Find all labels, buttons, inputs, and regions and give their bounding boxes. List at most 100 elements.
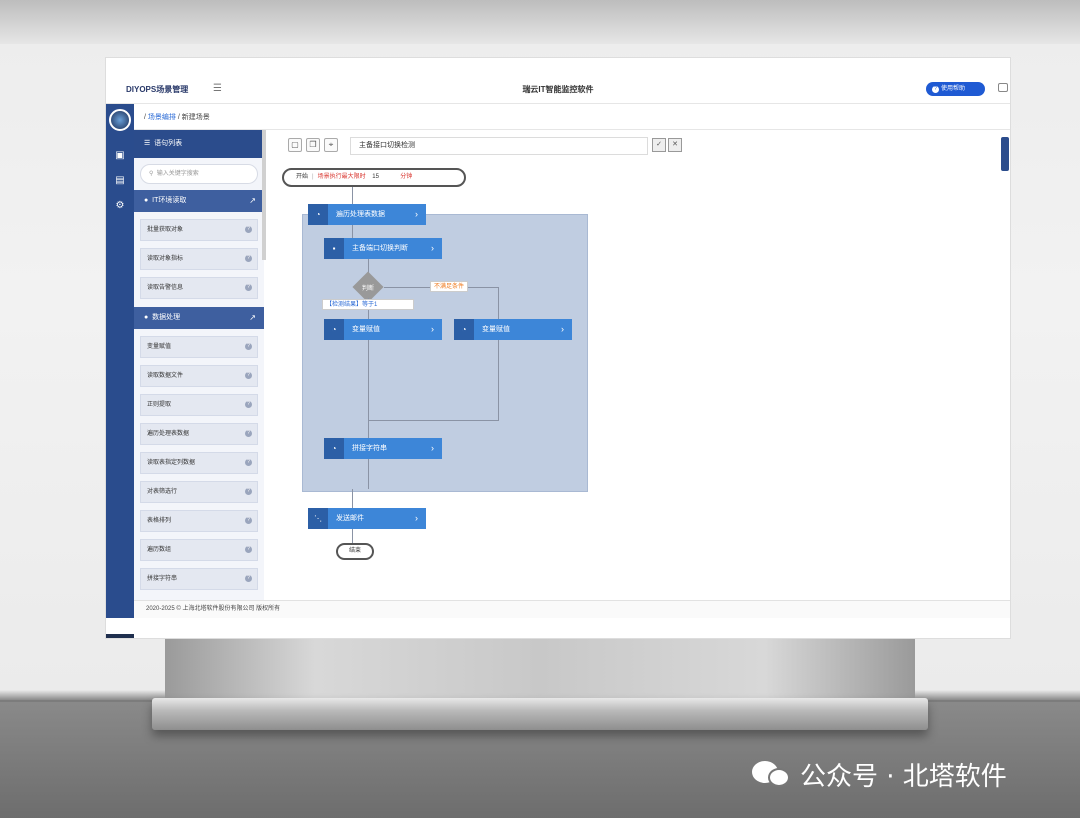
connector-line [368, 340, 369, 438]
info-icon[interactable]: ? [245, 546, 252, 553]
watermark: 公众号 · 北塔软件 [752, 756, 1007, 792]
list-item[interactable]: 读取告警信息? [140, 277, 258, 299]
assign-node-left[interactable]: ◔ 变量赋值 › [324, 319, 442, 340]
switch-check-node[interactable]: ▪ 主备端口切换判断 › [324, 238, 442, 259]
item-label: 读取对象指标 [147, 256, 184, 262]
copy-icon[interactable]: ❐ [306, 138, 320, 152]
info-icon[interactable]: ? [245, 284, 252, 291]
watermark-text: 公众号 · 北塔软件 [800, 761, 1007, 792]
list-item[interactable]: 遍历处理表数据? [140, 423, 258, 445]
end-node[interactable]: 结束 [336, 543, 374, 560]
group-label: 数据处理 [152, 314, 181, 321]
decision-label: 判断 [362, 286, 375, 292]
item-label: 表格排列 [147, 518, 172, 524]
list-item[interactable]: 对表筛选行? [140, 481, 258, 503]
connector-line [352, 187, 353, 204]
item-label: 遍历数组 [147, 547, 172, 553]
chevron-right-icon[interactable]: › [431, 319, 434, 340]
item-label: 拼接字符串 [147, 576, 178, 582]
flow-canvas: ▢ ❐ ⌖ 主备接口切换检测 ✓ ✕ 开始 | 场景执行最大限时 15 分钟 ◔ 遍历处… [266, 130, 1010, 600]
connector-line [368, 459, 369, 489]
connector-line [368, 420, 499, 421]
item-label: 读取数据文件 [147, 373, 184, 379]
list-item[interactable]: 正则提取? [140, 394, 258, 416]
info-icon[interactable]: ? [245, 430, 252, 437]
pie-icon: ◔ [324, 438, 344, 459]
scene-icon[interactable]: ▤ [114, 176, 126, 186]
help-button[interactable]: ? 使用帮助 [926, 82, 985, 96]
chevron-right-icon[interactable]: › [415, 508, 418, 529]
group-it-env[interactable]: ● IT环境读取 ↗ [134, 190, 264, 212]
top-bar: DIYOPS场景管理 ☰ 瑞云IT智能监控软件 ? 使用帮助 [106, 76, 1010, 104]
connector-line [352, 489, 353, 508]
avatar[interactable] [109, 109, 131, 131]
external-link-icon[interactable]: ↗ [249, 307, 256, 329]
monitor-stand-neck [165, 638, 915, 700]
info-icon[interactable]: ? [245, 488, 252, 495]
info-icon[interactable]: ? [245, 372, 252, 379]
left-rail: ▣ ▤ ⚙ › [106, 104, 134, 638]
app-title: 瑞云IT智能监控软件 [522, 85, 594, 94]
confirm-button[interactable]: ✓ [652, 138, 666, 152]
list-item[interactable]: 读取数据文件? [140, 365, 258, 387]
search-input[interactable]: ⚲ 输入关键字搜索 [140, 164, 258, 184]
chevron-right-icon[interactable]: › [431, 438, 434, 459]
item-label: 读取告警信息 [147, 285, 184, 291]
pie-icon: ◔ [454, 319, 474, 340]
list-item[interactable]: 拼接字符串? [140, 568, 258, 590]
list-item[interactable]: 变量赋值? [140, 336, 258, 358]
fit-icon[interactable]: ⌖ [324, 138, 338, 152]
chat-icon[interactable] [998, 83, 1008, 92]
share-icon: ⋱ [308, 508, 328, 529]
info-icon[interactable]: ? [245, 255, 252, 262]
chevron-right-icon[interactable]: › [415, 204, 418, 225]
item-label: 遍历处理表数据 [147, 431, 190, 437]
node-label: 遍历处理表数据 [336, 211, 385, 218]
info-icon[interactable]: ? [245, 226, 252, 233]
info-icon[interactable]: ? [245, 343, 252, 350]
scene-name-field[interactable]: 主备接口切换检测 [350, 137, 648, 155]
list-item[interactable]: 读取对象指标? [140, 248, 258, 270]
monitor-screen: DIYOPS场景管理 ☰ 瑞云IT智能监控软件 ?使用帮助 ▣ ▤ ⚙ › / … [106, 58, 1010, 638]
list-item[interactable]: 批量获取对象? [140, 219, 258, 241]
panel-title: 语句列表 [154, 140, 183, 147]
wechat-icon [752, 759, 792, 789]
list-item[interactable]: 遍历数组? [140, 539, 258, 561]
start-label: 开始 [296, 174, 309, 180]
false-condition-label[interactable]: 不满足条件 [430, 281, 469, 292]
expand-chevron-icon[interactable]: › [106, 634, 134, 638]
connector-line [352, 225, 353, 238]
start-node[interactable]: 开始 | 场景执行最大限时 15 分钟 [282, 168, 466, 187]
list-item[interactable]: 表格排列? [140, 510, 258, 532]
true-condition-label[interactable]: 【检测结果】等于1 [322, 299, 414, 310]
assign-node-right[interactable]: ◔ 变量赋值 › [454, 319, 572, 340]
help-button-label: 使用帮助 [941, 86, 966, 92]
save-icon[interactable]: ▢ [288, 138, 302, 152]
connector-line [498, 340, 499, 420]
info-icon[interactable]: ? [245, 401, 252, 408]
loop-node[interactable]: ◔ 遍历处理表数据 › [308, 204, 426, 225]
concat-node[interactable]: ◔ 拼接字符串 › [324, 438, 442, 459]
chevron-right-icon[interactable]: › [431, 238, 434, 259]
external-link-icon[interactable]: ↗ [249, 190, 256, 212]
node-label: 发送邮件 [336, 515, 364, 522]
gear-icon[interactable]: ⚙ [114, 201, 126, 211]
breadcrumb-link[interactable]: 场景编排 [148, 114, 176, 121]
info-icon[interactable]: ? [245, 575, 252, 582]
info-icon[interactable]: ? [245, 459, 252, 466]
statement-panel: ☰ 语句列表 ⚲ 输入关键字搜索 ● IT环境读取 ↗ 批量获取对象? 读取对象指… [134, 130, 264, 600]
item-label: 读取表指定列数据 [147, 460, 196, 466]
node-label: 主备端口切换判断 [352, 245, 408, 252]
monitor-icon[interactable]: ▣ [114, 151, 126, 161]
list-item[interactable]: 读取表指定列数据? [140, 452, 258, 474]
chevron-right-icon[interactable]: › [561, 319, 564, 340]
info-icon[interactable]: ? [245, 517, 252, 524]
item-label: 变量赋值 [147, 344, 172, 350]
node-label: 变量赋值 [482, 326, 510, 333]
group-data-processing[interactable]: ● 数据处理 ↗ [134, 307, 264, 329]
question-icon: ? [932, 86, 939, 93]
send-mail-node[interactable]: ⋱ 发送邮件 › [308, 508, 426, 529]
cancel-button[interactable]: ✕ [668, 138, 682, 152]
max-time-input[interactable]: 15 [372, 170, 400, 185]
right-panel-toggle[interactable] [1001, 137, 1009, 171]
